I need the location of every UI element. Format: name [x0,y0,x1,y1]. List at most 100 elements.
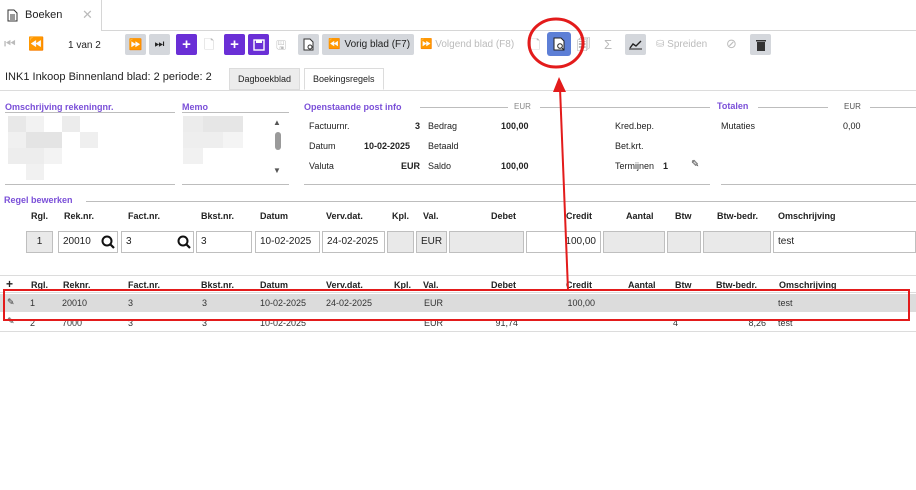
edit-header-vervdat: Verv.dat. [326,211,363,221]
search-document-button[interactable] [547,32,571,56]
grid-header-kpl[interactable]: Kpl. [394,280,411,290]
bedrag-label: Bedrag [428,121,458,131]
document-search-icon [303,38,313,51]
preview-button[interactable] [298,34,319,55]
plus-star-icon: + [230,36,239,53]
omschrijving-field[interactable]: test [773,231,916,253]
grid-header-btwbedr[interactable]: Btw-bedr. [716,280,757,290]
table-row[interactable]: ✎ 1 20010 3 3 10-02-2025 24-02-2025 EUR … [0,294,916,312]
grid-header-factnr[interactable]: Fact.nr. [128,280,160,290]
grid-header-datum[interactable]: Datum [260,280,288,290]
open-post-currency: EUR [514,102,531,111]
edit-row-icon[interactable]: ✎ [7,297,15,308]
edit-line-title: Regel bewerken [4,195,73,205]
attachment-icon[interactable]: 🗐 [577,36,590,58]
tab-boeken[interactable]: Boeken ✕ [0,0,102,31]
chart-button[interactable] [625,34,646,55]
totals-title: Totalen [717,101,749,111]
kred-bep-label: Kred.bep. [615,121,655,131]
next-sheet-button[interactable]: ⏩ Volgend blad (F8) [420,39,514,50]
totals-currency: EUR [844,102,861,111]
blurred-memo [183,116,261,168]
grid-header-vervdat[interactable]: Verv.dat. [326,280,363,290]
memo-scrollbar[interactable]: ▲ ▼ [272,118,284,178]
mutaties-label: Mutaties [721,121,756,131]
termijnen-value: 1 [663,161,669,171]
save-disabled-icon[interactable]: 🖫 [276,36,286,57]
close-icon[interactable]: ✕ [82,7,93,23]
copy-document-icon[interactable]: 🗋 [204,36,214,58]
cell-bkstnr: 3 [202,318,208,328]
next-sheet-icon: ⏩ [420,39,436,50]
grid-header-rgl[interactable]: Rgl. [31,280,48,290]
save-button[interactable] [248,34,269,55]
spread-label: Spreiden [667,39,708,50]
previous-sheet-button[interactable]: ⏪ Vorig blad (F7) [322,34,414,55]
spread-button[interactable]: ⛁ Spreiden [656,39,707,50]
cell-vervdat: 24-02-2025 [326,298,373,308]
tab-title: Boeken [25,9,63,21]
kpl-field[interactable] [387,231,414,253]
add-row-icon[interactable]: + [6,277,13,291]
first-record-icon[interactable]: ⏮ [4,36,16,52]
btw-field[interactable] [667,231,701,253]
previous-sheet-icon: ⏪ [328,39,341,50]
divider [5,184,175,185]
divider [420,107,508,108]
delete-button[interactable] [750,34,771,55]
grid-header-reknr[interactable]: Reknr. [63,280,91,290]
table-row[interactable]: ✎ 2 7000 3 3 10-02-2025 EUR 91,74 4 8,26… [0,314,916,332]
grid-header-bkstnr[interactable]: Bkst.nr. [201,280,234,290]
reknr-field[interactable]: 20010 [58,231,118,253]
cell-datum: 10-02-2025 [260,298,307,308]
sum-icon[interactable]: Σ [604,37,612,52]
factuurnr-value: 3 [415,121,421,131]
cell-reknr: 20010 [62,298,88,308]
page-indicator: 1 van 2 [68,40,101,51]
tab-dagboekblad[interactable]: Dagboekblad [229,68,301,90]
previous-sheet-label: Vorig blad (F7) [344,39,411,50]
add-line-button[interactable]: + [224,34,245,55]
search-icon[interactable] [101,235,115,249]
tab-boekingsregels[interactable]: Boekingsregels [304,68,384,90]
save-icon [252,38,265,51]
scroll-down-icon[interactable]: ▼ [273,166,281,175]
aantal-field[interactable] [603,231,665,253]
debet-field[interactable] [449,231,524,253]
scroll-thumb[interactable] [275,132,281,150]
rgl-field[interactable]: 1 [26,231,53,253]
document-icon-disabled[interactable]: 🗋 [530,36,540,58]
grid-header-credit[interactable]: Credit [566,280,592,290]
add-button[interactable]: + [176,34,197,55]
divider [182,184,289,185]
grid-header-debet[interactable]: Debet [491,280,516,290]
saldo-value: 100,00 [501,161,529,171]
btwbedr-field[interactable] [703,231,771,253]
credit-field[interactable]: 100,00 [526,231,601,253]
edit-termijnen-icon[interactable]: ✎ [691,159,699,170]
cancel-icon[interactable]: ⊘ [726,36,737,52]
saldo-label: Saldo [428,161,452,171]
grid-header-btw[interactable]: Btw [675,280,692,290]
cell-debet: 91,74 [495,318,518,328]
edit-row-icon[interactable]: ✎ [7,316,15,327]
previous-record-icon[interactable]: ⏪ [28,36,44,52]
bkstnr-field[interactable]: 3 [196,231,252,253]
bet-krt-label: Bet.krt. [615,141,644,151]
valuta-label: Valuta [309,161,334,171]
grid-header-val[interactable]: Val. [423,280,439,290]
vervdat-field[interactable]: 24-02-2025 [322,231,385,253]
datum-field[interactable]: 10-02-2025 [255,231,320,253]
grid-header-omschrijving[interactable]: Omschrijving [779,280,837,290]
next-record-button[interactable]: ⏩ [125,34,146,55]
factnr-value: 3 [126,236,132,247]
last-record-button[interactable]: ⏭ [149,34,170,55]
factnr-field[interactable]: 3 [121,231,194,253]
edit-header-credit: Credit [566,211,593,221]
grid-header-aantal[interactable]: Aantal [628,280,656,290]
document-search-icon [553,37,564,50]
scroll-up-icon[interactable]: ▲ [273,118,281,127]
val-field[interactable]: EUR [416,231,447,253]
cell-rgl: 2 [30,318,36,328]
search-icon[interactable] [177,235,191,249]
